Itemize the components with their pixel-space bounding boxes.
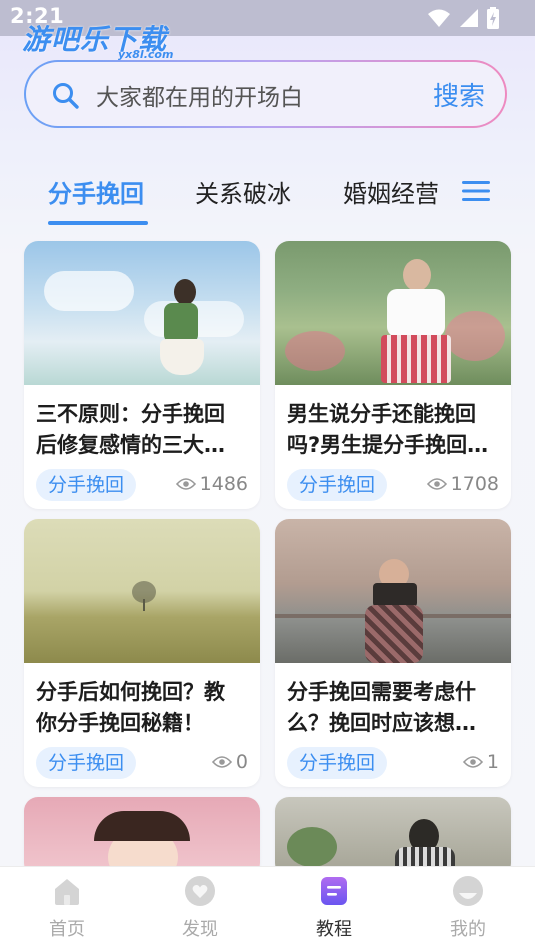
search-button[interactable]: 搜索 — [433, 76, 485, 113]
article-title: 三不原则：分手挽回 后修复感情的三大… — [36, 402, 225, 457]
view-count: 1486 — [175, 473, 248, 495]
category-tag[interactable]: 分手挽回 — [287, 747, 388, 779]
nav-label-discover: 发现 — [182, 919, 218, 940]
status-icons — [427, 7, 499, 29]
category-tag[interactable]: 分手挽回 — [36, 469, 137, 501]
article-thumbnail[interactable] — [24, 797, 260, 877]
view-count: 1708 — [426, 473, 499, 495]
view-count: 0 — [211, 751, 248, 773]
discover-icon — [185, 876, 215, 906]
eye-icon — [426, 478, 447, 490]
nav-item-home[interactable]: 首页 — [27, 875, 107, 941]
search-icon — [53, 83, 79, 109]
home-icon — [55, 879, 79, 905]
battery-icon — [487, 7, 499, 29]
tab-marriage[interactable]: 婚姻经营 — [343, 174, 439, 209]
article-card[interactable]: 分手挽回需要考虑什 么？挽回时应该想… 分手挽回 1 — [275, 519, 511, 787]
nav-item-tutorial[interactable]: 教程 — [294, 875, 374, 941]
profile-icon — [453, 876, 483, 906]
eye-icon — [211, 756, 232, 768]
eye-icon — [175, 478, 196, 490]
nav-item-profile[interactable]: 我的 — [428, 875, 508, 941]
tab-icebreaking[interactable]: 关系破冰 — [195, 174, 291, 209]
tutorial-icon — [321, 877, 347, 905]
search-input[interactable]: 大家都在用的开场白 — [96, 78, 303, 112]
article-title: 分手挽回需要考虑什 么？挽回时应该想… — [287, 680, 476, 735]
nav-item-discover[interactable]: 发现 — [160, 875, 240, 941]
menu-icon[interactable] — [462, 180, 490, 202]
article-thumbnail[interactable] — [24, 519, 260, 663]
wifi-icon — [428, 9, 450, 27]
bottom-navigation: 首页 发现 教程 我的 — [0, 866, 535, 952]
article-thumbnail[interactable] — [275, 241, 511, 385]
category-tag[interactable]: 分手挽回 — [287, 469, 388, 501]
tab-breakup-recovery[interactable]: 分手挽回 — [48, 174, 144, 209]
nav-label-profile: 我的 — [450, 919, 486, 940]
view-count: 1 — [462, 751, 499, 773]
search-bar[interactable]: 大家都在用的开场白 搜索 — [24, 60, 507, 128]
signal-icon — [460, 9, 478, 27]
article-thumbnail[interactable] — [275, 797, 511, 877]
article-title: 分手后如何挽回？教 你分手挽回秘籍！ — [36, 680, 225, 735]
article-card[interactable]: 分手后如何挽回？教 你分手挽回秘籍！ 分手挽回 0 — [24, 519, 260, 787]
article-thumbnail[interactable] — [24, 241, 260, 385]
article-thumbnail[interactable] — [275, 519, 511, 663]
nav-label-tutorial: 教程 — [316, 919, 352, 940]
nav-label-home: 首页 — [49, 919, 85, 940]
active-tab-indicator — [48, 221, 148, 225]
category-tabs: 分手挽回 关系破冰 婚姻经营 — [0, 166, 535, 226]
article-card[interactable] — [24, 797, 260, 877]
article-title: 男生说分手还能挽回 吗?男生提分手挽回… — [287, 402, 489, 457]
article-card[interactable] — [275, 797, 511, 877]
eye-icon — [462, 756, 483, 768]
article-card[interactable]: 男生说分手还能挽回 吗?男生提分手挽回… 分手挽回 1708 — [275, 241, 511, 509]
article-card[interactable]: 三不原则：分手挽回 后修复感情的三大… 分手挽回 1486 — [24, 241, 260, 509]
category-tag[interactable]: 分手挽回 — [36, 747, 137, 779]
